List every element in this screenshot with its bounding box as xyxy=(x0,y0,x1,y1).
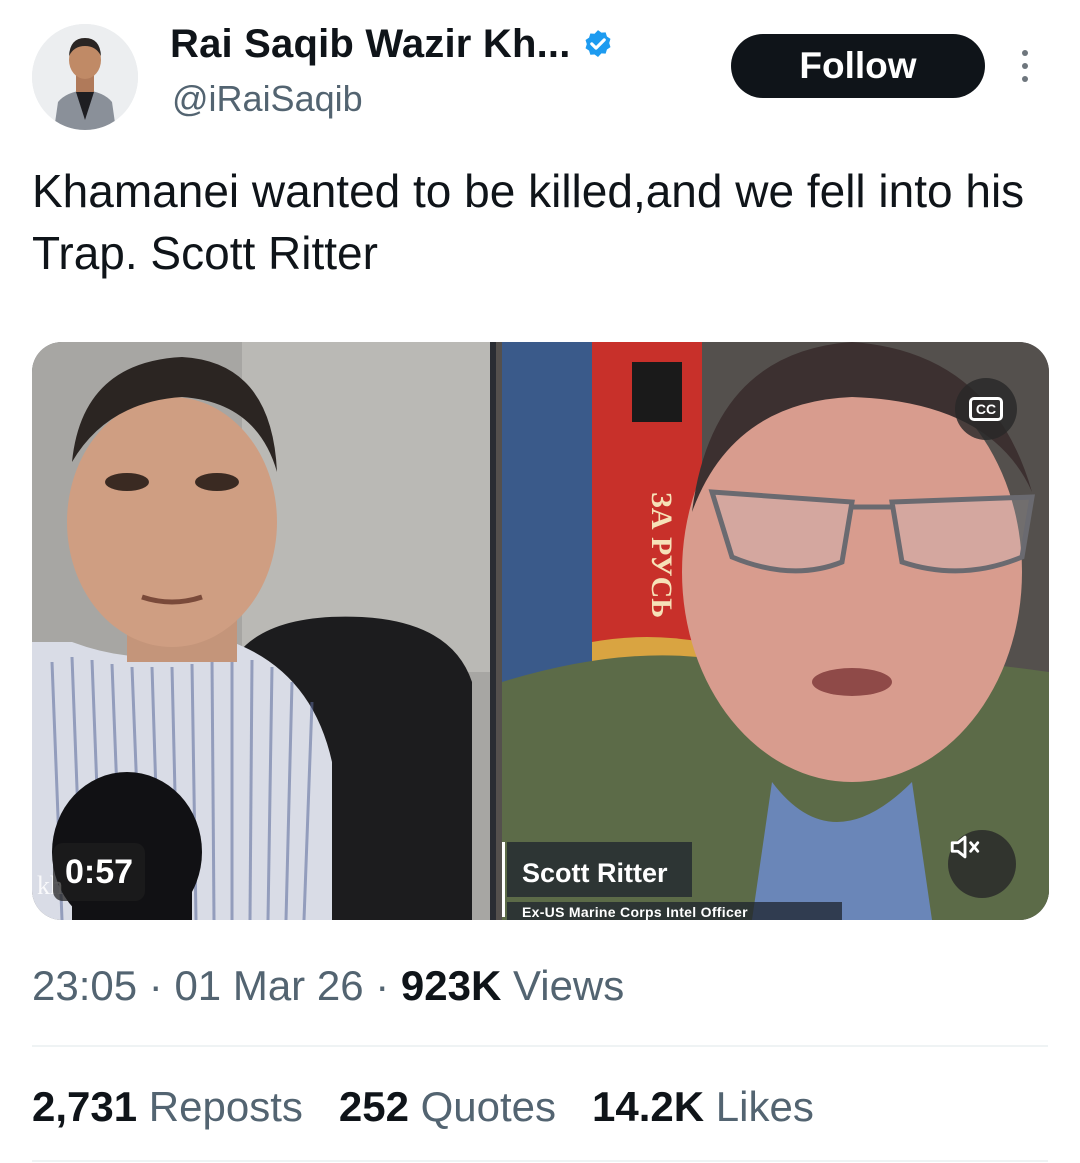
quotes-count: 252 xyxy=(338,1083,409,1130)
author-handle[interactable]: @iRaiSaqib xyxy=(172,78,363,120)
separator: · xyxy=(375,962,390,1009)
lower-third-name: Scott Ritter xyxy=(522,858,668,888)
reposts-stat[interactable]: 2,731 Reposts xyxy=(32,1083,303,1131)
likes-stat[interactable]: 14.2K Likes xyxy=(592,1083,814,1131)
dot xyxy=(1022,63,1028,69)
video-frame: ЗА РУСЬ kh xyxy=(32,342,1049,920)
tweet-header: Rai Saqib Wazir Kh... @iRaiSaqib Follow xyxy=(0,0,1080,150)
likes-count: 14.2K xyxy=(592,1083,705,1130)
quotes-stat[interactable]: 252 Quotes xyxy=(339,1083,556,1131)
views-label: Views xyxy=(512,962,625,1009)
likes-label: Likes xyxy=(715,1083,814,1130)
cc-icon: CC xyxy=(968,397,1004,421)
video-player[interactable]: ЗА РУСЬ kh CC 0:57 Scott Ritter Ex-US Ma… xyxy=(32,342,1049,920)
tweet-date[interactable]: 01 Mar 26 xyxy=(174,962,363,1009)
video-duration-badge: 0:57 xyxy=(53,843,146,901)
views-count: 923K xyxy=(400,962,502,1009)
engagement-stats: 2,731 Reposts 252 Quotes 14.2K Likes xyxy=(32,1083,850,1131)
tweet-time[interactable]: 23:05 xyxy=(32,962,137,1009)
mute-button[interactable] xyxy=(948,830,1016,898)
avatar[interactable] xyxy=(32,24,138,130)
lower-third-subtitle: Ex-US Marine Corps Intel Officer xyxy=(522,904,748,920)
closed-captions-button[interactable]: CC xyxy=(955,378,1017,440)
banner-text: ЗА РУСЬ xyxy=(645,492,678,618)
dot xyxy=(1022,76,1028,82)
dot xyxy=(1022,50,1028,56)
quotes-label: Quotes xyxy=(420,1083,557,1130)
tweet-meta: 23:05 · 01 Mar 26 · 923K Views xyxy=(32,962,624,1010)
reposts-count: 2,731 xyxy=(32,1083,138,1130)
speaker-muted-icon xyxy=(950,835,980,859)
avatar-image xyxy=(32,24,138,130)
author-display-name[interactable]: Rai Saqib Wazir Kh... xyxy=(170,22,571,67)
reposts-label: Reposts xyxy=(148,1083,303,1130)
author-name-row: Rai Saqib Wazir Kh... xyxy=(170,22,615,67)
more-options-icon[interactable] xyxy=(1010,44,1040,88)
verified-badge-icon xyxy=(581,28,615,62)
separator: · xyxy=(148,962,163,1009)
divider xyxy=(32,1160,1048,1162)
divider xyxy=(32,1045,1048,1047)
tweet-text: Khamanei wanted to be killed,and we fell… xyxy=(32,165,1025,279)
follow-button[interactable]: Follow xyxy=(731,34,985,98)
